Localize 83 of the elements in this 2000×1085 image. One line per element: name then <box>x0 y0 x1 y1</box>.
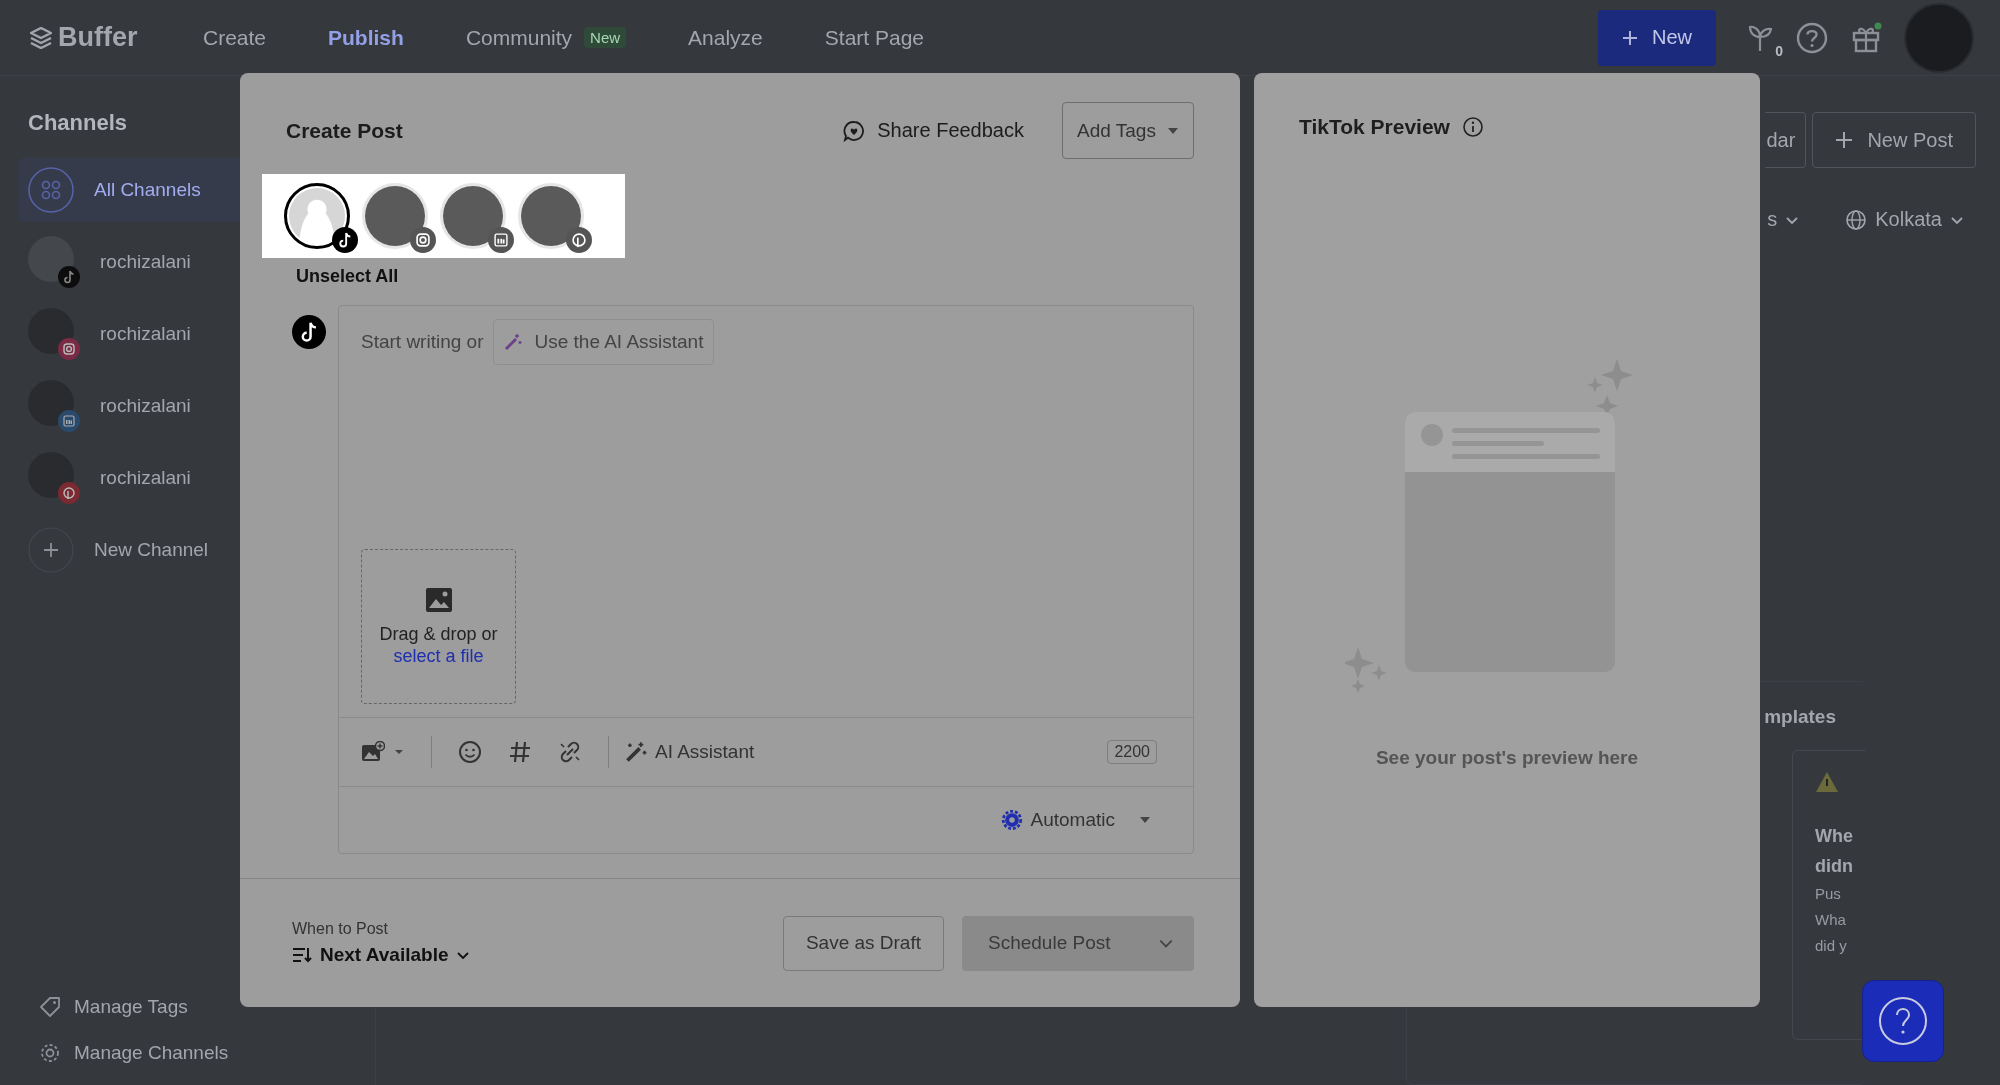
instagram-badge-icon <box>58 338 80 360</box>
filter-dropdown[interactable]: s <box>1767 208 1800 231</box>
character-count: 2200 <box>1107 740 1157 764</box>
text-placeholder[interactable]: Start writing or <box>361 331 484 353</box>
photo-placeholder <box>28 380 74 426</box>
add-media-icon[interactable] <box>361 741 385 763</box>
hashtag-icon[interactable] <box>508 740 532 764</box>
caret-icon <box>1139 816 1151 824</box>
new-post-button[interactable]: New Post <box>1812 112 1976 168</box>
save-draft-button[interactable]: Save as Draft <box>782 915 944 971</box>
sidebar-link[interactable]: Manage Tags <box>38 995 188 1019</box>
template-title: Whe <box>1815 825 1854 848</box>
emoji-icon[interactable] <box>458 740 482 764</box>
tag-icon <box>38 995 62 1019</box>
plus-icon <box>28 527 74 573</box>
nav-tab[interactable]: Publish <box>328 25 404 50</box>
linkedin-badge-icon <box>58 410 80 432</box>
calendar-button[interactable]: dar <box>1764 112 1807 168</box>
gear-icon <box>1000 809 1023 831</box>
tiktok-badge-icon <box>58 266 80 288</box>
settings-icon <box>38 1041 62 1065</box>
photo-placeholder <box>28 452 74 498</box>
preview-title: TikTok Preview <box>1299 115 1450 139</box>
globe-icon <box>1845 208 1868 231</box>
photo-placeholder <box>28 308 74 354</box>
add-tags-dropdown[interactable]: Add Tags <box>1062 102 1194 159</box>
help-icon[interactable] <box>1796 21 1828 54</box>
dialog-title: Create Post <box>286 118 403 143</box>
channel-item[interactable]: rochizalani <box>18 446 357 510</box>
gift-icon[interactable] <box>1850 21 1882 54</box>
new-channel-item[interactable]: New Channel <box>18 518 357 582</box>
info-icon[interactable] <box>1461 116 1484 138</box>
template-text: Pus <box>1815 884 1842 904</box>
template-title: didn <box>1815 855 1854 878</box>
linkedin-badge-icon <box>488 227 514 253</box>
new-badge: New <box>584 27 627 48</box>
plus-icon <box>1835 131 1854 149</box>
logo-icon <box>30 26 52 49</box>
template-text: did y <box>1815 936 1848 956</box>
tiktok-icon <box>292 315 326 349</box>
ai-assistant-chip[interactable]: Use the AI Assistant <box>493 319 715 365</box>
warning-icon <box>1815 771 1839 793</box>
chat-heart-icon <box>843 119 866 142</box>
schedule-post-button[interactable]: Schedule Post <box>962 915 1194 971</box>
timezone-dropdown[interactable]: Kolkata <box>1845 208 1964 231</box>
ai-assistant-button[interactable]: AI Assistant <box>625 741 755 763</box>
dropzone-text: Drag & drop or select a file <box>378 622 499 667</box>
magic-wand-icon <box>625 741 647 763</box>
caret-icon[interactable] <box>393 748 405 756</box>
new-button[interactable]: New <box>1598 9 1716 66</box>
template-text: Wha <box>1815 910 1847 930</box>
sidebar-link[interactable]: Manage Channels <box>38 1041 229 1065</box>
media-dropzone[interactable]: Drag & drop or select a file <box>361 549 516 704</box>
pinterest-badge-icon <box>566 227 592 253</box>
share-feedback-button[interactable]: Share Feedback <box>837 118 1030 143</box>
templates-title: mplates <box>1764 706 1837 728</box>
when-to-post-label: When to Post <box>292 920 389 938</box>
channel-item[interactable]: rochizalani <box>18 302 357 366</box>
caret-icon <box>1167 126 1179 135</box>
grid-icon <box>28 167 74 213</box>
nav-tab[interactable]: Start Page <box>824 25 925 50</box>
plant-count: 0 <box>1775 42 1783 59</box>
automatic-dropdown[interactable]: Automatic <box>994 808 1157 832</box>
tiktok-badge-icon <box>332 227 358 253</box>
pinterest-badge-icon <box>58 482 80 504</box>
help-button[interactable] <box>1862 980 1944 1062</box>
image-icon <box>424 586 453 613</box>
logo-text: Buffer <box>58 22 138 53</box>
preview-empty-text: See your post's preview here <box>1375 747 1639 769</box>
nav-tab[interactable]: Analyze <box>688 25 763 50</box>
magic-wand-icon <box>504 333 523 351</box>
nav-tab[interactable]: Create <box>203 25 267 50</box>
queue-icon <box>292 946 312 964</box>
schedule-dropdown[interactable]: Next Available <box>292 944 471 966</box>
select-file-link[interactable]: select a file <box>393 645 484 666</box>
channel-item[interactable]: rochizalani <box>18 374 357 438</box>
sidebar-title: Channels <box>28 110 128 136</box>
question-icon <box>1877 995 1929 1047</box>
plus-icon <box>1622 29 1638 46</box>
link-icon[interactable] <box>558 740 582 764</box>
nav-tab[interactable]: Community <box>465 25 573 50</box>
instagram-badge-icon <box>410 227 436 253</box>
unselect-all-button[interactable]: Unselect All <box>296 266 399 287</box>
